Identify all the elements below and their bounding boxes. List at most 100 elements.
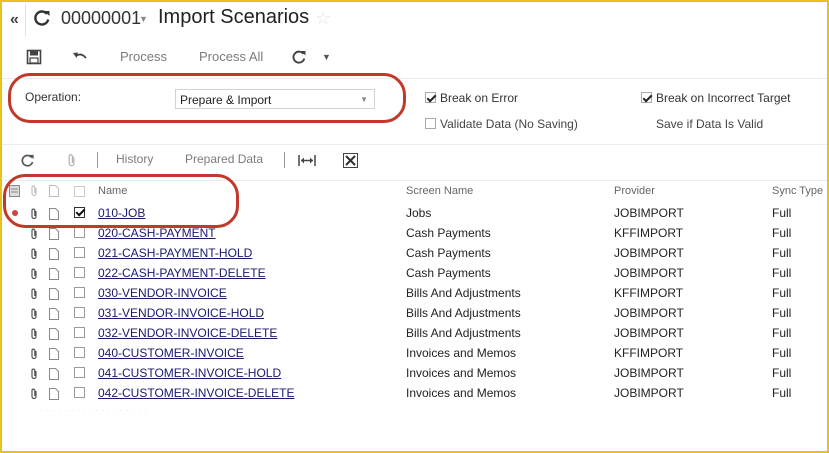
attachment-icon[interactable] (29, 247, 39, 260)
process-button[interactable]: Process (120, 42, 167, 72)
history-button[interactable]: History (116, 152, 153, 166)
row-select-checkbox[interactable] (74, 207, 85, 218)
screen-name-cell: Cash Payments (406, 246, 491, 260)
save-if-valid-label: Save if Data Is Valid (656, 117, 764, 131)
attachment-icon[interactable] (29, 287, 39, 300)
table-row[interactable]: 042-CUSTOMER-INVOICE-DELETE Invoices and … (2, 383, 827, 403)
process-all-button[interactable]: Process All (199, 42, 263, 72)
table-row[interactable]: 010-JOB Jobs JOBIMPORT Full (2, 203, 827, 223)
break-on-error-checkbox[interactable] (425, 92, 436, 103)
attachment-icon[interactable] (29, 367, 39, 380)
scenario-name-link[interactable]: 032-VENDOR-INVOICE-DELETE (98, 326, 277, 340)
sync-type-cell: Full (772, 386, 792, 400)
provider-cell: JOBIMPORT (614, 246, 684, 260)
document-icon[interactable] (49, 327, 59, 340)
break-on-incorrect-target-option[interactable]: Break on Incorrect Target (641, 91, 791, 107)
row-select-checkbox[interactable] (74, 287, 85, 298)
document-icon[interactable] (49, 207, 59, 220)
save-if-valid-option[interactable]: Save if Data Is Valid (641, 117, 763, 133)
table-row[interactable]: 030-VENDOR-INVOICE Bills And Adjustments K… (2, 283, 827, 303)
document-icon[interactable] (49, 247, 59, 260)
chevron-down-icon[interactable]: ▼ (322, 42, 331, 72)
attachment-icon[interactable] (29, 307, 39, 320)
table-row[interactable]: 022-CASH-PAYMENT-DELETE Cash Payments JOBI… (2, 263, 827, 283)
row-select-checkbox[interactable] (74, 347, 85, 358)
column-header-provider[interactable]: Provider (614, 185, 655, 197)
document-id-selector[interactable]: 00000001 (61, 8, 141, 29)
table-row[interactable]: 041-CUSTOMER-INVOICE-HOLD Invoices and Me… (2, 363, 827, 383)
scenario-name-link[interactable]: 021-CASH-PAYMENT-HOLD (98, 246, 252, 260)
attachment-icon[interactable] (29, 387, 39, 400)
provider-cell: JOBIMPORT (614, 266, 684, 280)
sync-type-cell: Full (772, 246, 792, 260)
document-icon[interactable] (49, 307, 59, 320)
column-header-sync-type[interactable]: Sync Type (772, 185, 823, 197)
attachment-icon[interactable] (29, 227, 39, 240)
divider (284, 152, 285, 168)
document-icon[interactable] (49, 287, 59, 300)
row-select-checkbox[interactable] (74, 367, 85, 378)
scenario-name-link[interactable]: 031-VENDOR-INVOICE-HOLD (98, 306, 264, 320)
chevron-down-icon[interactable]: ▼ (139, 14, 148, 24)
sync-type-cell: Full (772, 286, 792, 300)
row-select-checkbox[interactable] (74, 247, 85, 258)
attachment-icon[interactable] (29, 327, 39, 340)
table-row[interactable]: 031-VENDOR-INVOICE-HOLD Bills And Adjustm… (2, 303, 827, 323)
validate-data-checkbox[interactable] (425, 118, 436, 129)
scenario-name-link[interactable]: 041-CUSTOMER-INVOICE-HOLD (98, 366, 281, 380)
refresh-icon[interactable] (20, 153, 35, 168)
table-row[interactable]: 040-CUSTOMER-INVOICE Invoices and Memos KF… (2, 343, 827, 363)
break-on-error-option[interactable]: Break on Error (425, 91, 518, 107)
sync-type-cell: Full (772, 206, 792, 220)
attachment-icon[interactable] (29, 347, 39, 360)
document-icon[interactable] (49, 347, 59, 360)
collapse-sidebar-button[interactable]: « (4, 4, 26, 36)
divider (2, 180, 827, 181)
scenario-name-link[interactable]: 042-CUSTOMER-INVOICE-DELETE (98, 386, 294, 400)
table-row[interactable]: 020-CASH-PAYMENT Cash Payments KFFIMPORT Fu… (2, 223, 827, 243)
refresh-icon[interactable] (32, 8, 52, 28)
attachment-icon[interactable] (29, 267, 39, 280)
chevron-down-icon[interactable]: ▼ (360, 95, 368, 104)
document-icon[interactable] (49, 227, 59, 240)
favorite-star-icon[interactable]: ☆ (315, 8, 331, 29)
provider-cell: JOBIMPORT (614, 326, 684, 340)
document-icon[interactable] (49, 387, 59, 400)
row-select-checkbox[interactable] (74, 227, 85, 238)
document-icon[interactable] (49, 367, 59, 380)
scenario-name-link[interactable]: 020-CASH-PAYMENT (98, 226, 216, 240)
watermark-text: · · · · · · · · · · · · · · · · · · (40, 405, 148, 416)
column-header-name[interactable]: Name (98, 185, 127, 197)
save-if-valid-checkbox[interactable] (641, 118, 652, 129)
provider-cell: KFFIMPORT (614, 286, 684, 300)
validate-data-option[interactable]: Validate Data (No Saving) (425, 117, 578, 133)
row-select-checkbox[interactable] (74, 327, 85, 338)
export-excel-icon[interactable] (343, 153, 358, 168)
attachment-icon (31, 185, 37, 197)
scenario-name-link[interactable]: 040-CUSTOMER-INVOICE (98, 346, 244, 360)
scenario-name-link[interactable]: 010-JOB (98, 206, 145, 220)
prepared-data-button[interactable]: Prepared Data (185, 152, 263, 166)
table-row[interactable]: 021-CASH-PAYMENT-HOLD Cash Payments JOBIMP… (2, 243, 827, 263)
table-row[interactable]: 032-VENDOR-INVOICE-DELETE Bills And Adjus… (2, 323, 827, 343)
column-header-screen-name[interactable]: Screen Name (406, 185, 473, 197)
scenario-name-link[interactable]: 022-CASH-PAYMENT-DELETE (98, 266, 266, 280)
attachment-icon[interactable] (29, 207, 39, 220)
break-on-incorrect-target-checkbox[interactable] (641, 92, 652, 103)
save-icon[interactable] (26, 49, 42, 65)
row-select-checkbox[interactable] (74, 387, 85, 398)
row-select-checkbox[interactable] (74, 307, 85, 318)
operation-value: Prepare & Import (180, 93, 272, 107)
title-bar: « 00000001 ▼ Import Scenarios ☆ (2, 2, 827, 36)
operation-select[interactable]: Prepare & Import ▼ (175, 89, 375, 109)
row-select-checkbox[interactable] (74, 267, 85, 278)
fit-columns-icon[interactable] (298, 154, 316, 167)
screen-name-cell: Invoices and Memos (406, 366, 517, 380)
scenario-name-link[interactable]: 030-VENDOR-INVOICE (98, 286, 227, 300)
select-all-checkbox[interactable] (74, 186, 85, 197)
undo-icon[interactable] (72, 49, 88, 65)
refresh-icon[interactable] (291, 49, 307, 65)
document-icon[interactable] (49, 267, 59, 280)
attachment-icon[interactable] (66, 153, 78, 168)
operation-label: Operation: (25, 90, 82, 104)
